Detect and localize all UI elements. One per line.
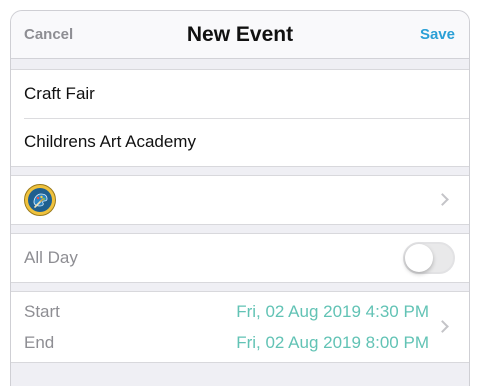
all-day-row: All Day (11, 234, 469, 282)
location-row[interactable]: Childrens Art Academy (11, 118, 469, 166)
end-datetime[interactable]: Fri, 02 Aug 2019 8:00 PM (236, 333, 429, 353)
end-label: End (24, 332, 55, 352)
save-button[interactable]: Save (420, 11, 455, 59)
title-row[interactable]: Craft Fair (11, 70, 469, 118)
category-row[interactable] (11, 176, 469, 224)
start-datetime[interactable]: Fri, 02 Aug 2019 4:30 PM (236, 302, 429, 322)
all-day-group: All Day (11, 233, 469, 283)
navigation-bar: Cancel New Event Save (11, 11, 469, 59)
all-day-toggle[interactable] (403, 242, 455, 274)
event-location-field[interactable]: Childrens Art Academy (24, 132, 196, 152)
new-event-sheet: Cancel New Event Save Craft Fair Childre… (10, 10, 470, 386)
end-row[interactable]: End Fri, 02 Aug 2019 8:00 PM (11, 327, 469, 358)
toggle-knob (405, 244, 433, 272)
artist-palette-icon (24, 184, 56, 216)
category-group (11, 175, 469, 225)
schedule-group[interactable]: Start Fri, 02 Aug 2019 4:30 PM End Fri, … (11, 291, 469, 363)
all-day-label: All Day (24, 248, 78, 267)
start-label: Start (24, 301, 60, 321)
event-details-group: Craft Fair Childrens Art Academy (11, 69, 469, 167)
chevron-right-icon (436, 193, 449, 206)
page-title: New Event (186, 23, 294, 46)
event-title-field[interactable]: Craft Fair (24, 84, 95, 104)
start-row[interactable]: Start Fri, 02 Aug 2019 4:30 PM (11, 296, 469, 327)
